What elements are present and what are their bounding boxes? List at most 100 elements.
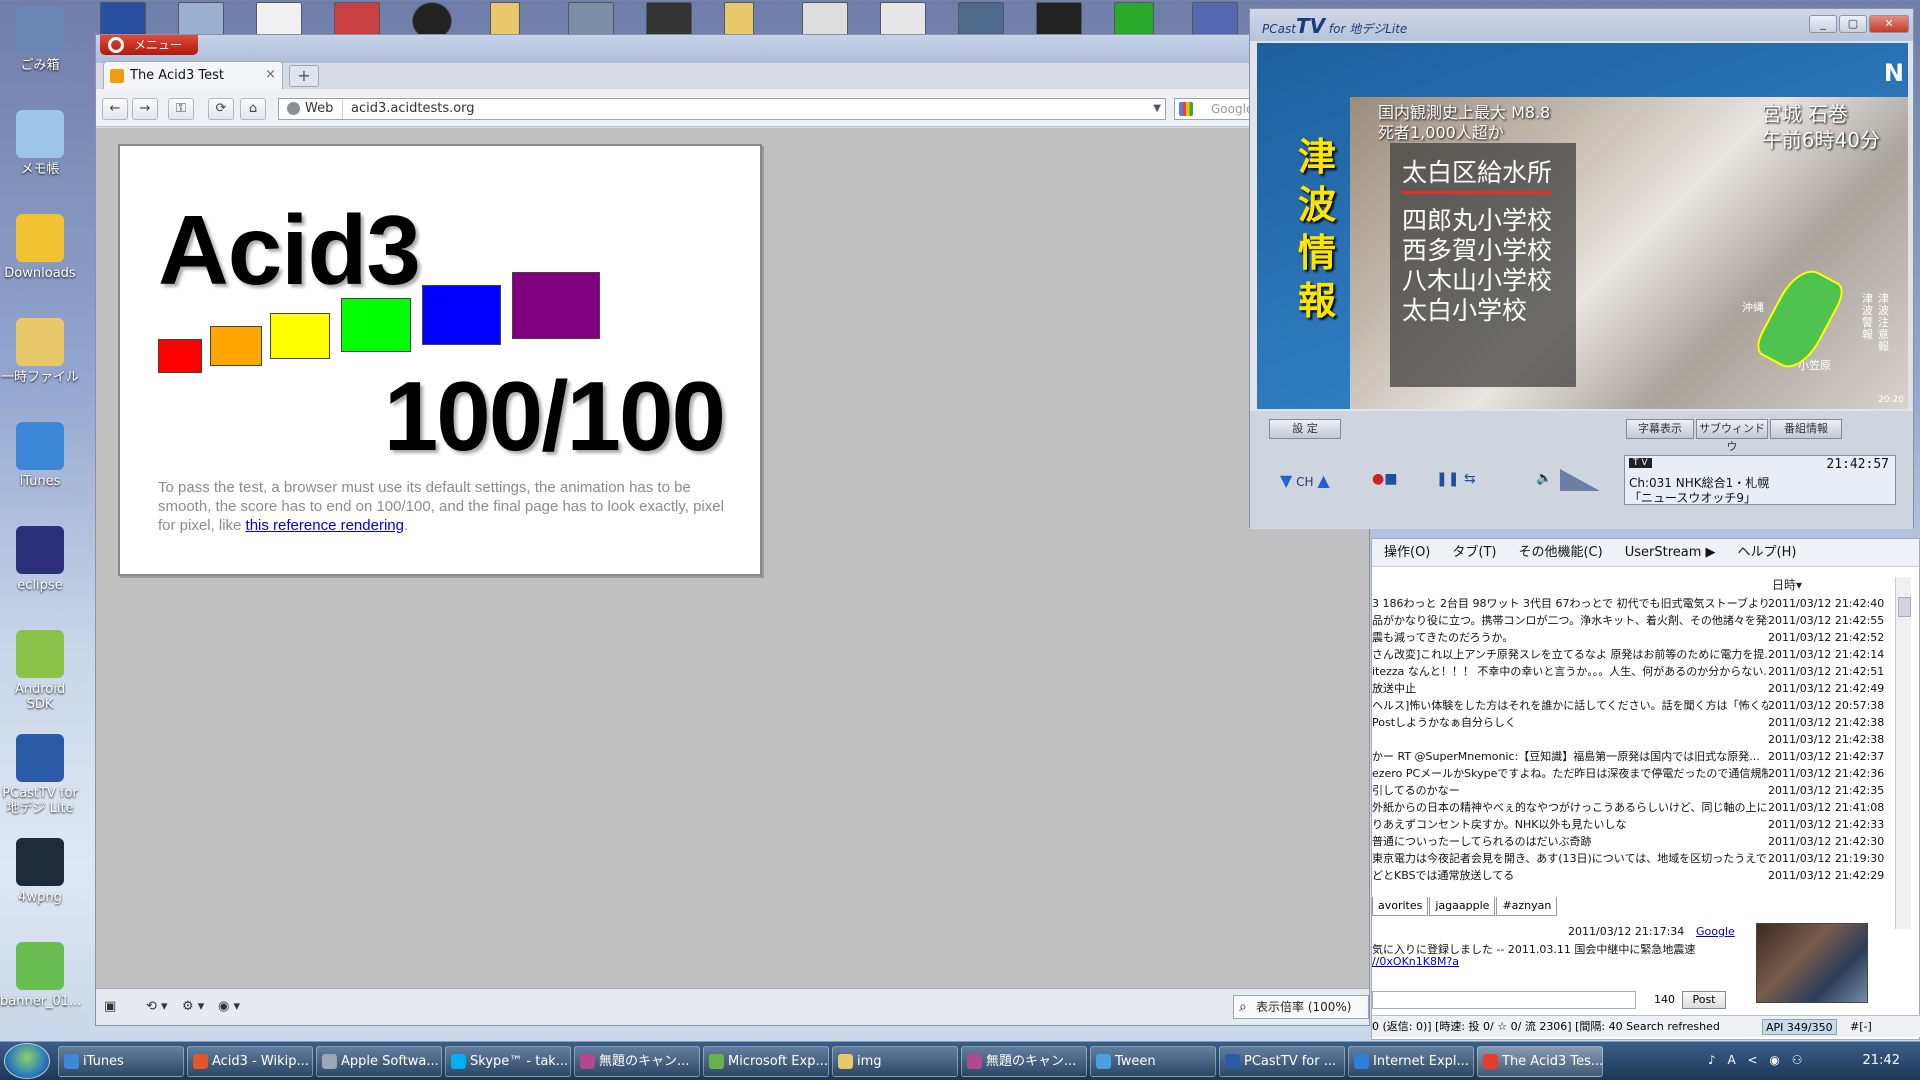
timeline-row[interactable]: かー RT @SuperMnemonic:【豆知識】福島第一原発は国内では旧式な… (1372, 748, 1896, 765)
desktop-icon[interactable]: メモ帳 (0, 110, 80, 177)
stop-icon[interactable]: ■ (1384, 471, 1397, 487)
start-button[interactable] (4, 1043, 50, 1079)
taskbar-item[interactable]: iTunes (58, 1046, 184, 1077)
desktop-icon[interactable]: 一時ファイル (0, 318, 80, 385)
opera-menu-button[interactable]: メニュー (100, 35, 198, 55)
timeline-row[interactable]: さん改変]これ以上アンチ原発スレを立てるなよ 原発はお前等のために電力を提...… (1372, 646, 1896, 663)
taskbar-item[interactable]: Skype™ - tak... (445, 1046, 571, 1077)
taskbar-item[interactable]: Apple Softwa... (316, 1046, 442, 1077)
volume-slider[interactable] (1560, 469, 1600, 491)
detail-link[interactable]: //0xOKn1K8M?a (1372, 955, 1459, 968)
tv-screen[interactable]: 津波情報 N 国内観測史上最大 M8.8 死者1,000人超か 宮城 石巻 午前… (1257, 43, 1908, 409)
timeline-row[interactable]: 東京電力は今夜記者会見を開き、あす(13日)については、地域を区切ったうえで..… (1372, 850, 1896, 867)
detail-thumbnail[interactable] (1756, 923, 1868, 1003)
detail-source-link[interactable]: Google (1696, 925, 1735, 938)
timeline-row[interactable]: 震も減ってきたのだろうか。 2011/03/12 21:42:52 (1372, 629, 1896, 646)
tween-tab[interactable]: jagaapple (1429, 897, 1496, 916)
timeline-row[interactable]: 放送中止 2011/03/12 21:42:49 (1372, 680, 1896, 697)
desktop-icon[interactable]: PCastTV for 地デジ Lite (0, 734, 80, 816)
timeline-row[interactable]: どとKBSでは通常放送してる 2011/03/12 21:42:29 (1372, 867, 1896, 884)
settings-button[interactable]: 設 定 (1269, 419, 1341, 439)
tween-menu-item[interactable]: タブ(T) (1452, 545, 1496, 560)
taskbar-item[interactable]: 無題のキャン... (961, 1046, 1087, 1077)
desktop-icon[interactable]: Android SDK (0, 630, 80, 712)
timeline-scrollbar[interactable] (1895, 577, 1911, 929)
timeline-row[interactable]: りあえずコンセント戻すか。NHK以外も見たいしな 2011/03/12 21:42… (1372, 816, 1896, 833)
channel-up-icon[interactable]: ▲ (1317, 471, 1329, 490)
address-url[interactable]: acid3.acidtests.org (351, 99, 475, 119)
tween-menu-item[interactable]: ヘルプ(H) (1738, 545, 1797, 560)
timeline-row[interactable]: 引してるのかなー 2011/03/12 21:42:35 (1372, 782, 1896, 799)
tween-menu-item[interactable]: UserStream ▶ (1625, 545, 1716, 560)
desktop-icon[interactable]: Downloads (0, 214, 80, 281)
tween-tab[interactable]: avorites (1372, 897, 1429, 916)
taskbar-item[interactable]: Tween (1090, 1046, 1216, 1077)
subwindow-button[interactable]: サブウィンドウ (1696, 419, 1768, 453)
clock[interactable]: 21:42 (1863, 1053, 1900, 1068)
record-icon[interactable]: ● (1372, 471, 1384, 487)
timeline-row[interactable]: ヘルス]怖い体験をした方はそれを誰かに話してください。話を聞く方は「怖くないよ」… (1372, 697, 1896, 714)
back-button[interactable]: ← (102, 98, 128, 120)
post-button[interactable]: Post (1682, 991, 1726, 1009)
channel-display: T V 21:42:57 Ch:031 NHK総合1・札幌 「ニュースウオッチ9… (1624, 455, 1896, 505)
zoom-control[interactable]: 表示倍率 (100%) (1233, 995, 1369, 1019)
timeline-row[interactable]: 2011/03/12 21:42:38 (1372, 731, 1896, 748)
taskbar-item[interactable]: Microsoft Exp... (703, 1046, 829, 1077)
taskbar-item[interactable]: Acid3 - Wikip... (187, 1046, 313, 1077)
column-date[interactable]: 日時▾ (1772, 577, 1802, 593)
map-okinawa: 沖縄 (1742, 301, 1764, 314)
address-bar[interactable]: Web acid3.acidtests.org ▼ (278, 98, 1166, 120)
channel-down-icon[interactable]: ▼ (1280, 471, 1292, 490)
sync-icon[interactable]: ⟲ ▾ (146, 997, 168, 1017)
home-button[interactable]: ⌂ (240, 98, 266, 120)
desktop-icon[interactable]: iTunes (0, 422, 80, 489)
tv-logo-n: N (1883, 59, 1904, 87)
taskbar-item[interactable]: PCastTV for ... (1219, 1046, 1345, 1077)
timeline-row[interactable]: 外紙からの日本の精神やべぇ的なやつがけっこうあるらしいけど、同じ軸の上にKAR.… (1372, 799, 1896, 816)
desktop-icon[interactable]: eclipse (0, 526, 80, 593)
maximize-button[interactable]: ▢ (1839, 15, 1867, 33)
timeline-row[interactable]: ezero PCメールかSkypeですよね。ただ昨日は深夜まで停電だったので通信… (1372, 765, 1896, 782)
address-dropdown-icon[interactable]: ▼ (1153, 99, 1161, 119)
timeline-row[interactable]: itezza なんと！！！ 不幸中の幸いと言うか。。。人生、何があるのか分からな… (1372, 663, 1896, 680)
close-button[interactable]: ✕ (1869, 15, 1909, 33)
mute-icon[interactable]: 🔈 (1536, 471, 1552, 486)
taskbar-item[interactable]: img (832, 1046, 958, 1077)
wand-key-icon[interactable]: ⚿ (168, 98, 194, 120)
panel-toggle-icon[interactable]: ▣ (104, 997, 116, 1017)
desktop-icon[interactable]: ごみ箱 (0, 6, 80, 73)
subtitle-button[interactable]: 字幕表示 (1626, 419, 1694, 439)
taskbar-item[interactable]: 無題のキャン... (574, 1046, 700, 1077)
desktop-icon[interactable]: 4wpng (0, 838, 80, 905)
pause-icon[interactable]: ❚❚ ⇆ (1436, 471, 1476, 487)
unite-icon[interactable]: ◉ ▾ (218, 997, 240, 1017)
desktop-icon[interactable]: banner_01... (0, 942, 81, 1009)
tween-menu-item[interactable]: 操作(O) (1384, 545, 1430, 560)
row-text: さん改変]これ以上アンチ原発スレを立てるなよ 原発はお前等のために電力を提... (1372, 648, 1768, 661)
tab-acid3[interactable]: The Acid3 Test × (103, 61, 283, 89)
tween-menu-item[interactable]: その他機能(C) (1518, 545, 1602, 560)
tweet-input[interactable] (1372, 991, 1636, 1009)
record-control[interactable]: ●■ (1372, 471, 1397, 487)
timeline-row[interactable]: 品がかなり役に立つ。携帯コンロが二つ。浄水キット、着火剤、その他諸々を発掘し..… (1372, 612, 1896, 629)
timeline-row[interactable]: Postしようかなぁ自分らしく 2011/03/12 21:42:38 (1372, 714, 1896, 731)
timeline-row[interactable]: 普通についったーしてられるのはだいぶ奇跡 2011/03/12 21:42:30 (1372, 833, 1896, 850)
forward-button[interactable]: → (132, 98, 158, 120)
taskbar-item[interactable]: Internet Expl... (1348, 1046, 1474, 1077)
turbo-icon[interactable]: ⚙ ▾ (182, 997, 204, 1017)
volume-control[interactable]: 🔈 (1536, 467, 1600, 491)
minimize-button[interactable]: _ (1809, 15, 1837, 33)
channel-control[interactable]: ▼ CH ▲ (1280, 471, 1330, 490)
tab-close-icon[interactable]: × (265, 67, 276, 82)
new-tab-button[interactable]: + (289, 65, 319, 87)
timeline-row[interactable]: 3 186わっと 2台目 98ワット 3代目 67わっとで 初代でも旧式電気スト… (1372, 595, 1896, 612)
google-search-icon[interactable] (1179, 102, 1193, 116)
tween-tab[interactable]: #aznyan (1496, 897, 1558, 916)
address-engine-label[interactable]: Web (283, 99, 343, 119)
status-extra[interactable]: #[-] (1850, 1016, 1872, 1037)
program-info-button[interactable]: 番組情報 (1770, 419, 1842, 439)
tray-icons[interactable]: ♪ A < ◉ ⚇ (1708, 1053, 1806, 1067)
reference-rendering-link[interactable]: this reference rendering (246, 517, 404, 534)
taskbar-item[interactable]: The Acid3 Tes... (1477, 1046, 1603, 1077)
reload-button[interactable]: ⟳ (208, 98, 234, 120)
